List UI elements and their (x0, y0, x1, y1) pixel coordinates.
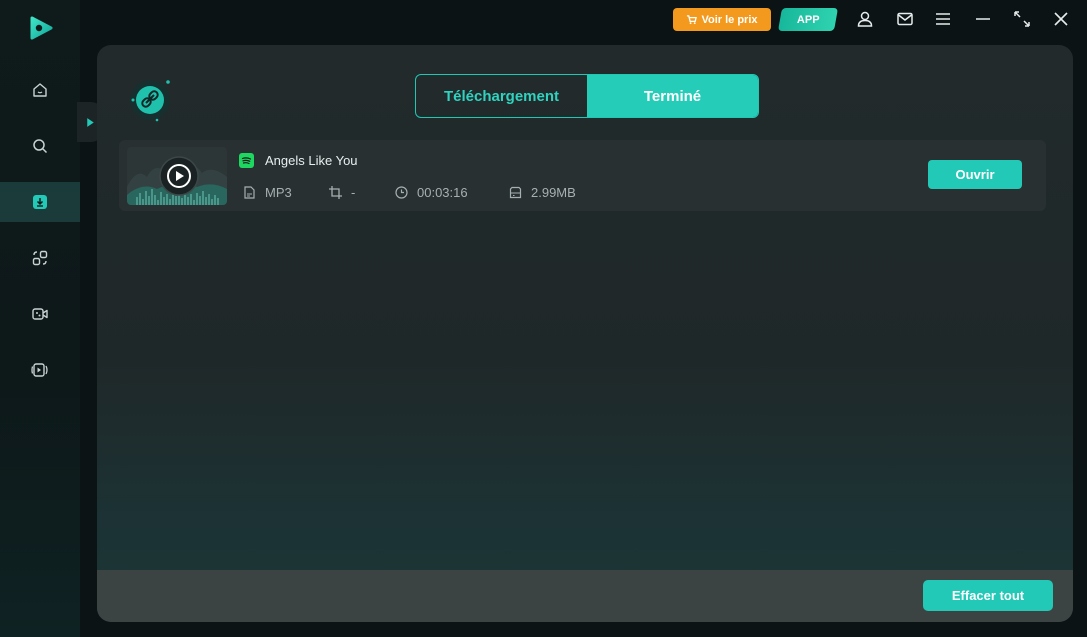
crop-icon (329, 186, 342, 199)
mail-icon[interactable] (895, 9, 915, 29)
open-button[interactable]: Ouvrir (928, 160, 1022, 189)
storage-icon (509, 186, 522, 199)
track-title: Angels Like You (265, 153, 358, 168)
clock-icon (395, 186, 408, 199)
clear-all-button[interactable]: Effacer tout (923, 580, 1053, 611)
resolution-info: - (329, 185, 355, 200)
link-badge-icon (125, 75, 175, 125)
menu-icon[interactable] (933, 9, 953, 29)
track-thumbnail (127, 147, 227, 205)
play-icon[interactable] (159, 156, 199, 196)
sidebar-item-home[interactable] (0, 70, 80, 110)
sidebar (0, 0, 80, 637)
maximize-icon[interactable] (1012, 9, 1032, 29)
format-label: MP3 (265, 185, 292, 200)
search-icon (33, 139, 48, 154)
format-info: MP3 (243, 185, 292, 200)
sidebar-item-downloads[interactable] (0, 182, 80, 222)
download-item: Angels Like You MP3 - 00:03:16 2.99MB Ou… (119, 140, 1046, 211)
size-label: 2.99MB (531, 185, 576, 200)
sidebar-item-player[interactable] (0, 350, 80, 390)
home-icon (33, 83, 47, 97)
sidebar-item-search[interactable] (0, 126, 80, 166)
see-price-label: Voir le prix (701, 13, 758, 26)
app-label: APP (796, 13, 820, 26)
app-button[interactable]: APP (777, 8, 839, 31)
download-tabs: Téléchargement Terminé (415, 74, 759, 118)
sidebar-item-record[interactable] (0, 294, 80, 334)
title-bar: Voir le prix APP (80, 0, 1087, 40)
video-player-icon (31, 363, 48, 377)
resolution-label: - (351, 185, 356, 200)
panel-footer: Effacer tout (97, 570, 1073, 622)
app-logo-icon (28, 15, 54, 41)
duration-label: 00:03:16 (417, 185, 468, 200)
chevron-right-icon (86, 117, 94, 127)
close-icon[interactable] (1051, 9, 1071, 29)
tab-downloading[interactable]: Téléchargement (416, 75, 587, 117)
cart-icon (687, 15, 698, 25)
file-icon (244, 186, 255, 199)
see-price-button[interactable]: Voir le prix (673, 8, 771, 31)
download-icon (33, 195, 47, 209)
size-info: 2.99MB (509, 185, 576, 200)
tab-finished[interactable]: Terminé (587, 75, 758, 117)
downloads-panel: Téléchargement Terminé Angels Like You M… (97, 45, 1073, 622)
minimize-icon[interactable] (973, 9, 993, 29)
convert-icon (32, 250, 48, 266)
sidebar-item-convert[interactable] (0, 238, 80, 278)
record-icon (32, 308, 48, 320)
spotify-icon (239, 153, 254, 168)
duration-info: 00:03:16 (395, 185, 468, 200)
user-icon[interactable] (855, 9, 875, 29)
